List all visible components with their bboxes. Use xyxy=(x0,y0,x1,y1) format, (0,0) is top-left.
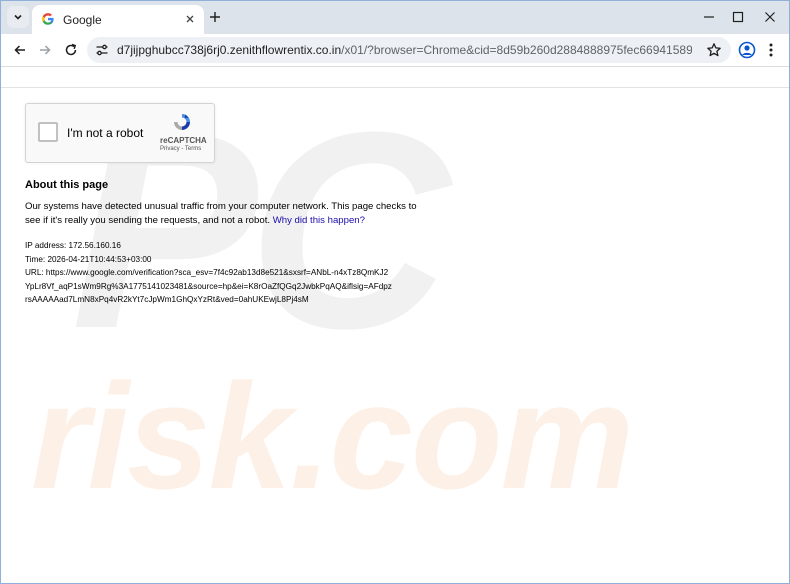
recaptcha-brand: reCAPTCHA xyxy=(160,136,207,145)
close-icon xyxy=(765,12,775,22)
url-line-2: YpLr8Vf_aqP1sWm9Rg%3A1775141023481&sourc… xyxy=(25,281,392,291)
minimize-icon xyxy=(704,16,714,18)
back-button[interactable] xyxy=(9,39,31,61)
minimize-button[interactable] xyxy=(695,7,723,27)
browser-toolbar: d7jijpghubcc738j6rj0.zenithflowrentix.co… xyxy=(1,34,789,67)
arrow-right-icon xyxy=(40,45,51,55)
page-heading: About this page xyxy=(25,179,109,191)
watermark-risk: risk.com xyxy=(31,352,634,520)
close-icon xyxy=(186,15,194,23)
site-settings-icon xyxy=(96,44,108,56)
reload-icon xyxy=(65,43,77,56)
why-did-this-happen-link[interactable]: Why did this happen? xyxy=(273,215,365,226)
arrow-left-icon xyxy=(14,45,25,55)
browser-menu-button[interactable] xyxy=(764,40,778,60)
plus-icon xyxy=(210,12,220,22)
address-bar[interactable]: d7jijpghubcc738j6rj0.zenithflowrentix.co… xyxy=(87,37,731,63)
chevron-down-icon xyxy=(14,14,22,20)
not-a-robot-checkbox[interactable] xyxy=(38,122,58,142)
url-host: d7jijpghubcc738j6rj0.zenithflowrentix.co… xyxy=(117,43,342,57)
tab-close-button[interactable] xyxy=(182,11,198,27)
reload-button[interactable] xyxy=(60,39,82,61)
profile-avatar-icon[interactable] xyxy=(737,40,757,60)
forward-button[interactable] xyxy=(34,39,56,61)
request-details: IP address: 172.56.160.16 Time: 2026-04-… xyxy=(25,239,435,307)
recaptcha-widget: I'm not a robot reCAPTCHA Privacy - Term… xyxy=(25,103,215,163)
url-line-3: rsAAAAAad7LmN8xPq4vR2kYt7cJpWm1GhQxYzRt&… xyxy=(25,295,309,305)
url-line-1: URL: https://www.google.com/verification… xyxy=(25,268,389,278)
google-favicon-icon xyxy=(42,13,54,25)
maximize-icon xyxy=(732,11,744,23)
url-text[interactable]: d7jijpghubcc738j6rj0.zenithflowrentix.co… xyxy=(117,43,692,57)
recaptcha-label: I'm not a robot xyxy=(67,126,144,140)
ip-address-line: IP address: 172.56.160.16 xyxy=(25,241,121,250)
recaptcha-privacy-terms[interactable]: Privacy - Terms xyxy=(160,146,201,152)
new-tab-button[interactable] xyxy=(206,8,224,26)
tab-title: Google xyxy=(63,13,102,27)
browser-window: Google d7jijpghubcc738j6rj0.zenithflowre… xyxy=(0,0,790,584)
more-vertical-icon xyxy=(769,43,773,57)
tab-google[interactable]: Google xyxy=(32,5,204,34)
time-line: Time: 2026-04-21T10:44:53+03:00 xyxy=(25,254,152,264)
recaptcha-logo-icon xyxy=(174,114,190,130)
close-window-button[interactable] xyxy=(756,7,784,27)
bookmark-star-icon[interactable] xyxy=(706,42,722,58)
url-path: /x01/?browser=Chrome&cid=8d59b260d288488… xyxy=(341,43,692,57)
tab-strip: Google xyxy=(1,1,789,34)
explanation-paragraph: Our systems have detected unusual traffi… xyxy=(25,200,425,228)
tab-search-button[interactable] xyxy=(7,6,29,28)
maximize-button[interactable] xyxy=(724,7,752,27)
